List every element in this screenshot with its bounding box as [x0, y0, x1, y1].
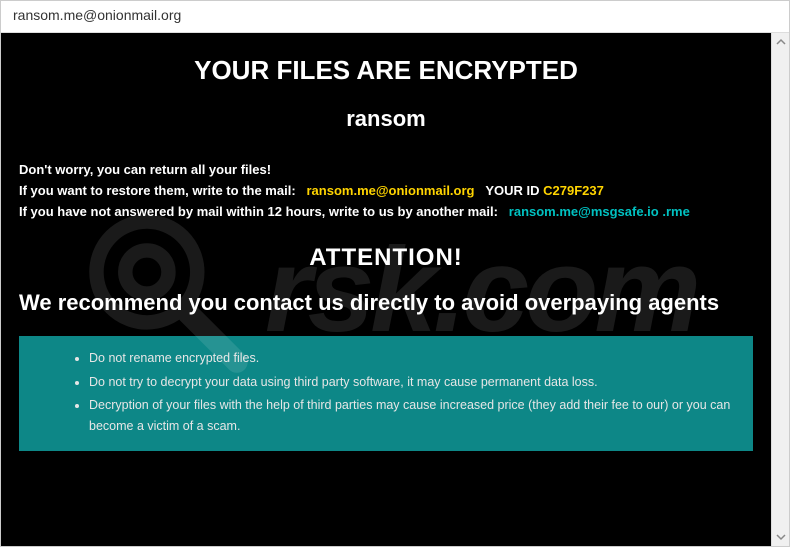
- advice-box: Do not rename encrypted files. Do not tr…: [19, 336, 753, 451]
- window-title: ransom.me@onionmail.org: [13, 7, 181, 23]
- ransom-note-panel: rsk.com YOUR FILES ARE ENCRYPTED ransom …: [1, 33, 771, 546]
- attention-heading: ATTENTION!: [19, 244, 753, 272]
- content-wrapper: rsk.com YOUR FILES ARE ENCRYPTED ransom …: [1, 33, 789, 546]
- info-line-2: If you want to restore them, write to th…: [19, 181, 753, 202]
- vertical-scrollbar[interactable]: [771, 33, 789, 546]
- advice-item: Do not rename encrypted files.: [89, 348, 743, 369]
- info-line2-prefix: If you want to restore them, write to th…: [19, 183, 296, 198]
- window-titlebar: ransom.me@onionmail.org: [1, 1, 789, 33]
- info-line-1: Don't worry, you can return all your fil…: [19, 160, 753, 181]
- advice-list: Do not rename encrypted files. Do not tr…: [49, 348, 743, 437]
- scroll-down-arrow-icon[interactable]: [772, 528, 790, 546]
- your-id-value: C279F237: [543, 183, 604, 198]
- primary-email: ransom.me@onionmail.org: [307, 183, 475, 198]
- info-line3-prefix: If you have not answered by mail within …: [19, 204, 498, 219]
- advice-item: Decryption of your files with the help o…: [89, 395, 743, 438]
- advice-item: Do not try to decrypt your data using th…: [89, 372, 743, 393]
- recommend-text: We recommend you contact us directly to …: [19, 290, 753, 316]
- scroll-up-arrow-icon[interactable]: [772, 33, 790, 51]
- main-heading: YOUR FILES ARE ENCRYPTED: [19, 55, 753, 86]
- your-id-label: YOUR ID: [485, 183, 539, 198]
- info-line-3: If you have not answered by mail within …: [19, 202, 753, 223]
- secondary-email: ransom.me@msgsafe.io .rme: [509, 204, 690, 219]
- info-block: Don't worry, you can return all your fil…: [19, 160, 753, 222]
- sub-heading: ransom: [19, 106, 753, 132]
